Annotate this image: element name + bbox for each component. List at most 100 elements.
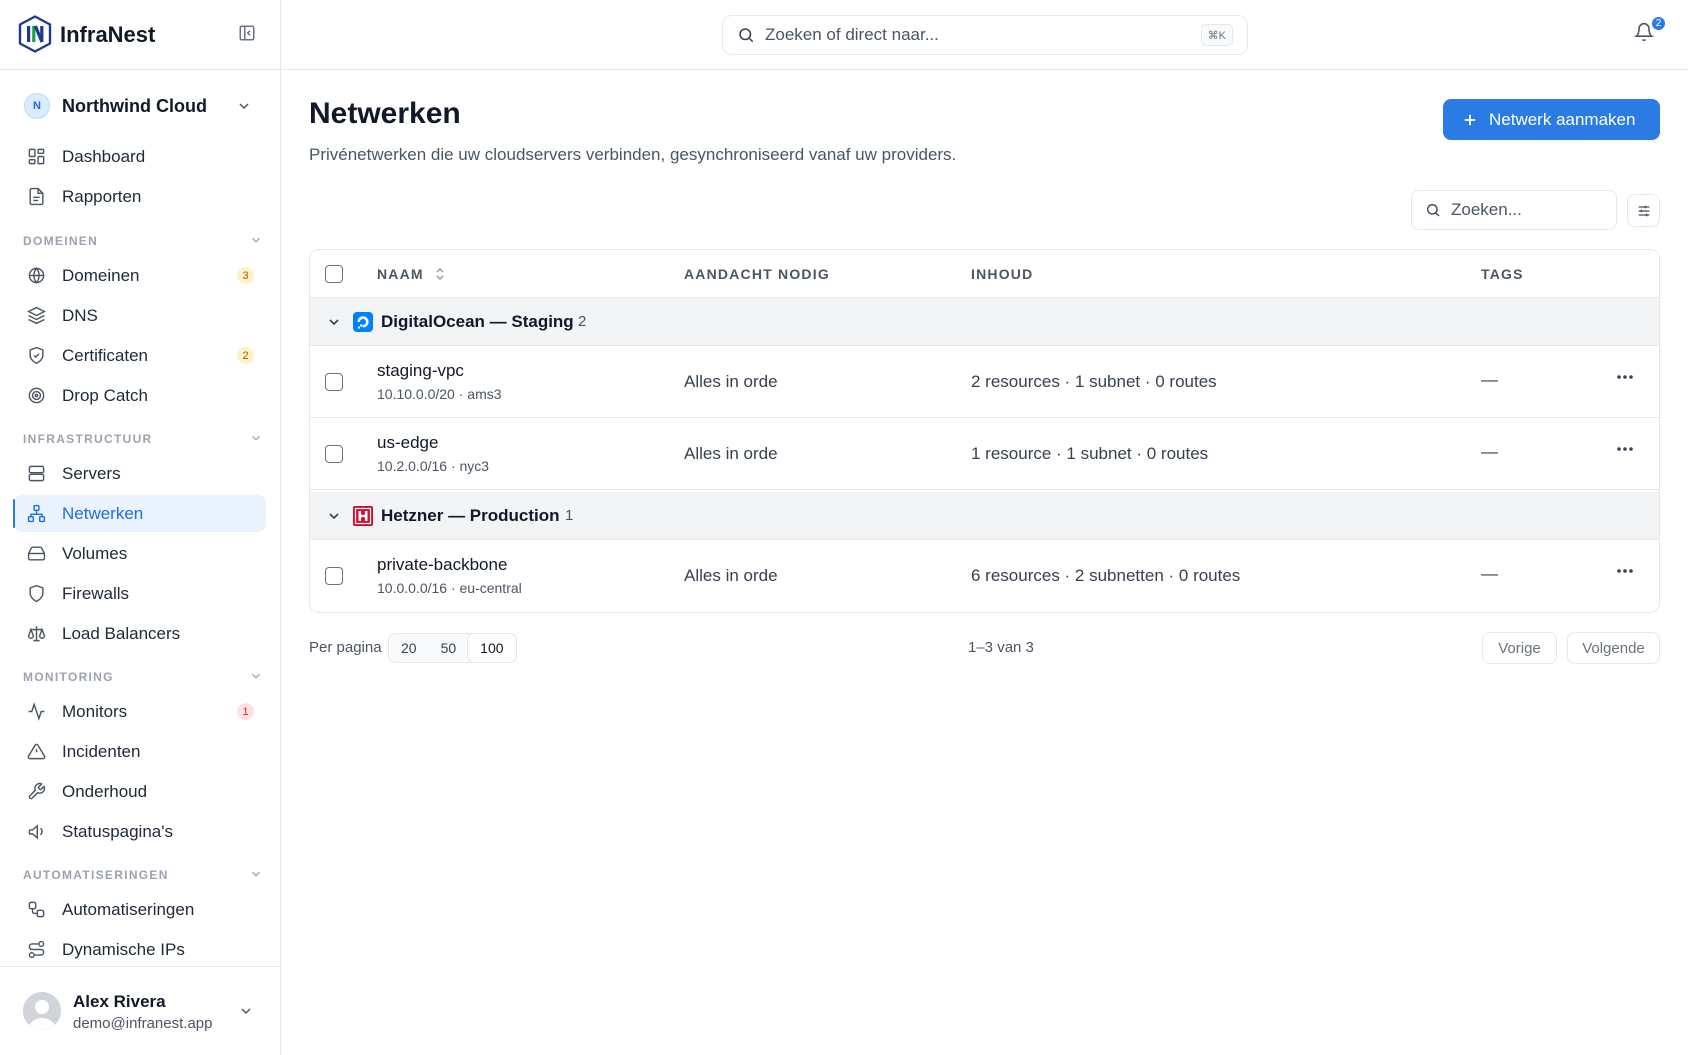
table-row[interactable]: private-backbone 10.0.0.0/16 · eu-centra… bbox=[310, 540, 1659, 612]
more-horizontal-icon[interactable] bbox=[1616, 568, 1634, 574]
table-row[interactable]: us-edge 10.2.0.0/16 · nyc3 Alles in orde… bbox=[310, 418, 1659, 490]
column-header-aandacht-nodig: AANDACHT NODIG bbox=[684, 266, 830, 282]
section-label-automatiseringen[interactable]: AUTOMATISERINGEN bbox=[23, 868, 263, 882]
sidebar-item-label: Domeinen bbox=[62, 265, 140, 285]
previous-page-button[interactable]: Vorige bbox=[1482, 632, 1557, 664]
section-label-infrastructuur[interactable]: INFRASTRUCTUUR bbox=[23, 432, 263, 446]
sidebar-item-netwerken[interactable]: Netwerken bbox=[13, 495, 266, 532]
per-page-option-20[interactable]: 20 bbox=[389, 634, 429, 662]
attention-status: Alles in orde bbox=[684, 566, 778, 585]
chevron-down-icon bbox=[249, 669, 263, 683]
sidebar-item-certificaten[interactable]: Certificaten 2 bbox=[14, 337, 266, 374]
network-tags: — bbox=[1481, 442, 1498, 461]
sidebar-item-monitors[interactable]: Monitors 1 bbox=[14, 693, 266, 730]
sidebar-item-incidenten[interactable]: Incidenten bbox=[14, 733, 266, 770]
alert-triangle-icon bbox=[26, 742, 46, 762]
org-name: Northwind Cloud bbox=[62, 95, 207, 116]
sidebar: InfraNest N Northwind Cloud Dashboard Ra… bbox=[0, 0, 281, 1055]
select-all-checkbox[interactable] bbox=[325, 265, 343, 283]
sidebar-item-load-balancers[interactable]: Load Balancers bbox=[14, 615, 266, 652]
column-settings-button[interactable] bbox=[1627, 194, 1660, 227]
row-checkbox[interactable] bbox=[325, 445, 343, 463]
notifications-button[interactable]: 2 bbox=[1634, 15, 1667, 42]
app-name: InfraNest bbox=[60, 22, 156, 47]
more-horizontal-icon[interactable] bbox=[1616, 446, 1634, 452]
network-tags: — bbox=[1481, 370, 1498, 389]
group-row-hetzner-production[interactable]: Hetzner — Production 1 bbox=[310, 492, 1659, 540]
chevron-down-icon[interactable] bbox=[326, 314, 342, 330]
global-search-input[interactable]: Zoeken of direct naar... ⌘K bbox=[722, 15, 1248, 55]
sidebar-item-automatiseringen[interactable]: Automatiseringen bbox=[14, 891, 266, 928]
sidebar-item-label: Volumes bbox=[62, 543, 128, 563]
attention-status: Alles in orde bbox=[684, 372, 778, 391]
sidebar-item-label: Servers bbox=[62, 463, 121, 483]
column-header-tags: TAGS bbox=[1481, 266, 1524, 282]
user-email: demo@infranest.app bbox=[73, 1015, 213, 1032]
section-title: MONITORING bbox=[23, 670, 114, 684]
network-name[interactable]: staging-vpc bbox=[377, 361, 464, 381]
row-checkbox[interactable] bbox=[325, 373, 343, 391]
network-content: 2 resources · 1 subnet · 0 routes bbox=[971, 372, 1217, 391]
sidebar-item-label: Monitors bbox=[62, 701, 128, 721]
network-cidr-region: 10.10.0.0/20 · ams3 bbox=[377, 386, 502, 402]
infranest-logo-icon[interactable] bbox=[18, 15, 52, 53]
network-content: 6 resources · 2 subnetten · 0 routes bbox=[971, 566, 1241, 585]
digitalocean-icon bbox=[353, 312, 373, 332]
sidebar-item-drop-catch[interactable]: Drop Catch bbox=[14, 377, 266, 414]
group-name: DigitalOcean — Staging bbox=[381, 312, 574, 331]
per-page-option-100[interactable]: 100 bbox=[468, 634, 516, 662]
attention-status: Alles in orde bbox=[684, 444, 778, 463]
sidebar-item-dynamische-ips[interactable]: Dynamische IPs bbox=[14, 931, 266, 968]
sort-icon bbox=[435, 267, 445, 281]
sidebar-item-firewalls[interactable]: Firewalls bbox=[14, 575, 266, 612]
sidebar-item-label: Onderhoud bbox=[62, 781, 148, 801]
column-header-naam[interactable]: NAAM bbox=[377, 266, 445, 282]
page-title: Netwerken bbox=[309, 97, 461, 130]
sidebar-item-domeinen[interactable]: Domeinen 3 bbox=[14, 257, 266, 294]
org-switcher[interactable]: N Northwind Cloud bbox=[14, 88, 266, 124]
sidebar-item-label: Rapporten bbox=[62, 186, 142, 206]
sidebar-item-dns[interactable]: DNS bbox=[14, 297, 266, 334]
more-horizontal-icon[interactable] bbox=[1616, 374, 1634, 380]
activity-icon bbox=[26, 702, 46, 722]
user-menu[interactable]: Alex Rivera demo@infranest.app bbox=[0, 966, 280, 1055]
chevron-down-icon bbox=[249, 867, 263, 881]
chevron-down-icon[interactable] bbox=[326, 508, 342, 524]
group-name: Hetzner — Production bbox=[381, 506, 560, 525]
next-page-button[interactable]: Volgende bbox=[1567, 632, 1660, 664]
search-icon bbox=[1425, 202, 1441, 218]
network-cidr-region: 10.0.0.0/16 · eu-central bbox=[377, 580, 522, 596]
table-header: NAAM AANDACHT NODIG INHOUD TAGS bbox=[310, 250, 1659, 298]
chevron-down-icon bbox=[249, 431, 263, 445]
chevron-down-icon bbox=[236, 98, 252, 114]
document-icon bbox=[26, 187, 46, 207]
sidebar-item-dashboard[interactable]: Dashboard bbox=[14, 138, 266, 175]
sidebar-item-label: Dashboard bbox=[62, 146, 146, 166]
per-page-option-50[interactable]: 50 bbox=[429, 634, 469, 662]
sidebar-item-rapporten[interactable]: Rapporten bbox=[14, 178, 266, 215]
hetzner-icon bbox=[353, 506, 373, 526]
network-name[interactable]: us-edge bbox=[377, 433, 438, 453]
count-badge: 2 bbox=[237, 347, 254, 364]
section-label-monitoring[interactable]: MONITORING bbox=[23, 670, 263, 684]
section-title: DOMEINEN bbox=[23, 234, 99, 248]
sidebar-item-servers[interactable]: Servers bbox=[14, 455, 266, 492]
sidebar-toggle-icon[interactable] bbox=[238, 24, 256, 42]
globe-icon bbox=[26, 266, 46, 286]
row-checkbox[interactable] bbox=[325, 567, 343, 585]
section-label-domeinen[interactable]: DOMEINEN bbox=[23, 234, 263, 248]
network-content: 1 resource · 1 subnet · 0 routes bbox=[971, 444, 1209, 463]
table-row[interactable]: staging-vpc 10.10.0.0/20 · ams3 Alles in… bbox=[310, 346, 1659, 418]
sidebar-item-statuspaginas[interactable]: Statuspagina's bbox=[14, 813, 266, 850]
network-name[interactable]: private-backbone bbox=[377, 555, 507, 575]
create-network-button[interactable]: Netwerk aanmaken bbox=[1443, 99, 1660, 140]
layers-icon bbox=[26, 306, 46, 326]
sidebar-item-volumes[interactable]: Volumes bbox=[14, 535, 266, 572]
sidebar-item-label: DNS bbox=[62, 305, 98, 325]
table-search-input[interactable]: Zoeken... bbox=[1411, 190, 1617, 230]
group-row-digitalocean-staging[interactable]: DigitalOcean — Staging 2 bbox=[310, 298, 1659, 346]
sidebar-item-onderhoud[interactable]: Onderhoud bbox=[14, 773, 266, 810]
sidebar-item-label: Certificaten bbox=[62, 345, 148, 365]
sidebar-item-label: Automatiseringen bbox=[62, 899, 195, 919]
column-label: NAAM bbox=[377, 266, 424, 282]
